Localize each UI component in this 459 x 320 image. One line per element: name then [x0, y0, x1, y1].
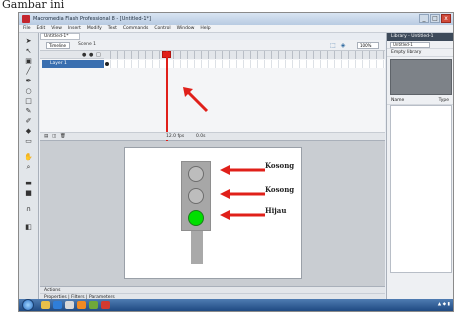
- library-document-select[interactable]: Untitled-1: [390, 42, 430, 48]
- tools-panel: ➤ ↖ ▣ ╱ ✒ ○ □ ✎ ✐ ◆ ▭ ✋ ⌕ ▬ ■ ∩ ◧: [19, 33, 39, 301]
- timeline-footer: ▤ ◫ 🗑 12.0 fps 0.0s: [40, 132, 385, 140]
- lock-icon[interactable]: ●: [89, 52, 93, 58]
- pen-tool-icon[interactable]: ✒: [22, 77, 35, 86]
- library-name-column[interactable]: Name: [391, 98, 404, 103]
- timeline-header: ● ● □: [40, 51, 385, 59]
- paint-bucket-tool-icon[interactable]: ◆: [22, 127, 35, 136]
- menu-bar: File Edit View Insert Modify Text Comman…: [19, 25, 453, 33]
- timeline-panel: ● ● □ Layer 1 ▤ ◫ 🗑 12.0 fps 0.0s: [40, 51, 385, 141]
- edit-scene-icon[interactable]: ⬚: [329, 42, 337, 49]
- selection-tool-icon[interactable]: ➤: [22, 37, 35, 46]
- menu-window[interactable]: Window: [177, 25, 195, 32]
- menu-commands[interactable]: Commands: [123, 25, 148, 32]
- library-panel: Library - Untitled-1 Untitled-1 Empty li…: [386, 33, 453, 301]
- stroke-color-icon[interactable]: ▬: [22, 179, 35, 188]
- hand-tool-icon[interactable]: ✋: [22, 153, 35, 162]
- system-tray: ▲ ◆ ▮: [437, 302, 450, 307]
- window-title: Macromedia Flash Professional 8 - [Untit…: [33, 16, 151, 22]
- library-columns: Name Type: [387, 97, 453, 105]
- brush-tool-icon[interactable]: ✐: [22, 117, 35, 126]
- label-kosong-1: Kosong: [265, 161, 295, 170]
- traffic-light-box: [181, 161, 211, 231]
- scene-label: Scene 1: [78, 42, 97, 47]
- free-transform-tool-icon[interactable]: ▣: [22, 57, 35, 66]
- window-controls: _ □ x: [419, 14, 451, 23]
- frame-ruler[interactable]: [104, 51, 385, 59]
- library-item-list[interactable]: [390, 105, 452, 273]
- menu-file[interactable]: File: [23, 25, 31, 32]
- insert-layer-icon[interactable]: ▤: [44, 133, 48, 140]
- menu-control[interactable]: Control: [154, 25, 170, 32]
- actions-panel-header[interactable]: Actions: [40, 287, 385, 294]
- arrow-1: [220, 165, 265, 175]
- menu-insert[interactable]: Insert: [68, 25, 81, 32]
- zoom-tool-icon[interactable]: ⌕: [22, 163, 35, 172]
- library-document-row: Untitled-1: [387, 41, 453, 49]
- media-taskbar-icon[interactable]: [65, 301, 74, 309]
- explorer-taskbar-icon[interactable]: [41, 301, 50, 309]
- keyframe-icon[interactable]: [105, 62, 109, 66]
- frames-row[interactable]: [104, 60, 385, 68]
- minimize-button[interactable]: _: [419, 14, 429, 23]
- oval-tool-icon[interactable]: ○: [22, 87, 35, 96]
- delete-layer-icon[interactable]: 🗑: [60, 133, 66, 140]
- menu-text[interactable]: Text: [108, 25, 117, 32]
- taskbar: ▲ ◆ ▮: [19, 299, 453, 311]
- flash-app-icon: [22, 15, 30, 23]
- line-tool-icon[interactable]: ╱: [22, 67, 35, 76]
- menu-modify[interactable]: Modify: [87, 25, 102, 32]
- bottom-green-lamp: [188, 210, 204, 226]
- rectangle-tool-icon[interactable]: □: [22, 97, 35, 106]
- playhead[interactable]: [166, 51, 168, 141]
- library-preview: [390, 59, 452, 95]
- middle-lamp: [188, 188, 204, 204]
- subselection-tool-icon[interactable]: ↖: [22, 47, 35, 56]
- time-readout: 0.0s: [196, 134, 206, 139]
- start-button[interactable]: [22, 299, 34, 311]
- fps-readout: 12.0 fps: [166, 134, 185, 139]
- flash-window: Macromedia Flash Professional 8 - [Untit…: [18, 12, 454, 312]
- title-bar: Macromedia Flash Professional 8 - [Untit…: [19, 13, 453, 25]
- outline-icon[interactable]: □: [96, 52, 101, 58]
- menu-edit[interactable]: Edit: [37, 25, 46, 32]
- library-type-column[interactable]: Type: [439, 97, 449, 105]
- eye-icon[interactable]: ●: [82, 52, 86, 58]
- timeline-button[interactable]: Timeline: [46, 42, 70, 49]
- library-title[interactable]: Library - Untitled-1: [387, 33, 453, 41]
- library-status: Empty library: [387, 49, 453, 57]
- fill-color-icon[interactable]: ■: [22, 189, 35, 198]
- layer-row[interactable]: Layer 1: [42, 60, 104, 68]
- app-taskbar-icon[interactable]: [89, 301, 98, 309]
- red-pointer-arrow: [183, 87, 209, 113]
- eraser-tool-icon[interactable]: ▭: [22, 137, 35, 146]
- arrow-2: [220, 189, 265, 199]
- snap-option-icon[interactable]: ∩: [22, 205, 35, 214]
- edit-bar: Timeline Scene 1 ⬚ ◈ 100%: [40, 40, 385, 51]
- firefox-taskbar-icon[interactable]: [77, 301, 86, 309]
- stage-area: Kosong Kosong Hijau: [40, 141, 385, 286]
- zoom-select[interactable]: 100%: [357, 42, 379, 49]
- ie-taskbar-icon[interactable]: [53, 301, 62, 309]
- top-lamp: [188, 166, 204, 182]
- arrow-3: [220, 210, 265, 220]
- stage-canvas[interactable]: Kosong Kosong Hijau: [124, 147, 302, 279]
- option-icon[interactable]: ◧: [22, 223, 35, 232]
- pencil-tool-icon[interactable]: ✎: [22, 107, 35, 116]
- label-kosong-2: Kosong: [265, 185, 295, 194]
- flash-taskbar-icon[interactable]: [101, 301, 110, 309]
- label-hijau: Hijau: [265, 206, 287, 215]
- maximize-button[interactable]: □: [430, 14, 440, 23]
- edit-symbol-icon[interactable]: ◈: [339, 42, 347, 49]
- document-tab[interactable]: Untitled-1*: [40, 33, 80, 40]
- traffic-light-pole: [191, 230, 203, 264]
- close-button[interactable]: x: [441, 14, 451, 23]
- menu-view[interactable]: View: [51, 25, 62, 32]
- add-guide-icon[interactable]: ◫: [52, 133, 56, 140]
- menu-help[interactable]: Help: [200, 25, 210, 32]
